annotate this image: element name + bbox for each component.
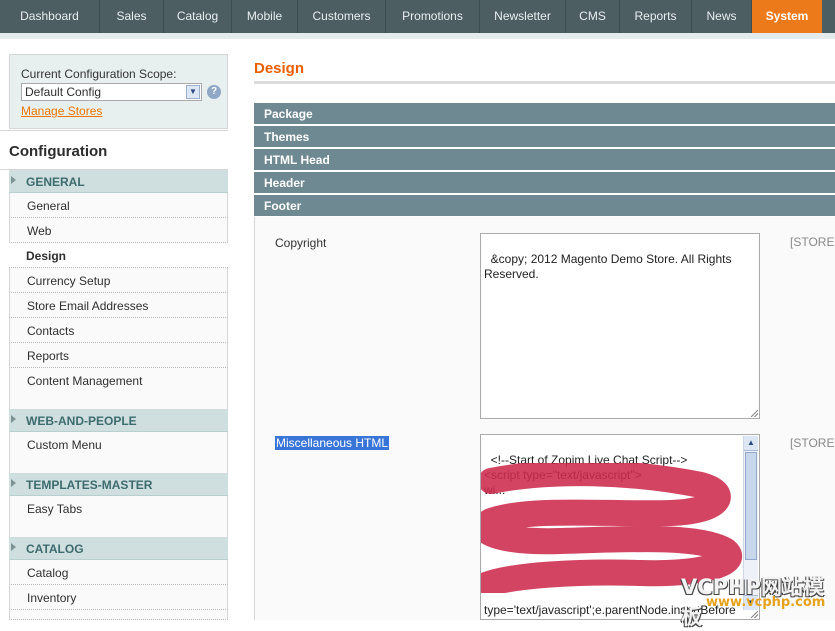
sidebar-item-label: Inventory [27, 591, 77, 605]
triangle-right-icon [11, 479, 16, 487]
section-header[interactable]: Header [254, 172, 835, 194]
sidebar-spacer [9, 521, 228, 537]
sidebar-spacer [9, 393, 228, 409]
sidebar-item-label: General [27, 199, 70, 213]
sidebar-item-currency-setup[interactable]: Currency Setup [9, 268, 228, 293]
nav-cms[interactable]: CMS [566, 0, 620, 33]
section-label: Footer [264, 199, 302, 213]
section-label: HTML Head [264, 153, 330, 167]
sidebar-group-title: WEB-AND-PEOPLE [26, 414, 137, 428]
sidebar-item-label: Custom Menu [27, 438, 102, 452]
sidebar-item-label: Catalog [27, 566, 69, 580]
sidebar-group-title: TEMPLATES-MASTER [26, 478, 153, 492]
nav-dashboard[interactable]: Dashboard [0, 0, 100, 33]
section-label: Package [264, 107, 313, 121]
sidebar-group-general[interactable]: GENERAL [9, 170, 228, 193]
section-themes[interactable]: Themes [254, 126, 835, 148]
sidebar-item-label: Currency Setup [27, 274, 111, 288]
section-package[interactable]: Package [254, 103, 835, 125]
page-title: Design [254, 60, 305, 77]
sidebar-item-inventory[interactable]: Inventory [9, 585, 228, 610]
copyright-label: Copyright [275, 236, 327, 250]
watermark-url: www.vcphp.com [706, 595, 826, 610]
section-label: Themes [264, 130, 310, 144]
scroll-up-icon[interactable]: ▲ [744, 436, 758, 451]
sidebar-item-label: Content Management [27, 374, 143, 388]
nav-mobile[interactable]: Mobile [232, 0, 298, 33]
section-html-head[interactable]: HTML Head [254, 149, 835, 171]
section-footer[interactable]: Footer [254, 195, 835, 217]
resize-handle-icon[interactable] [751, 410, 758, 417]
title-divider [254, 81, 835, 84]
misc-html-label: Miscellaneous HTML [275, 436, 390, 450]
sidebar-item-partial[interactable] [9, 610, 228, 620]
sidebar-group-web-and-people[interactable]: WEB-AND-PEOPLE [9, 409, 228, 432]
nav-submenu-bar [0, 33, 835, 39]
sidebar-item-label: Web [27, 224, 52, 238]
triangle-right-icon [11, 543, 16, 551]
sidebar-item-general[interactable]: General [9, 193, 228, 218]
sidebar-item-design[interactable]: Design [9, 243, 228, 268]
sidebar-item-reports[interactable]: Reports [9, 343, 228, 368]
sidebar-group-title: GENERAL [26, 175, 85, 189]
triangle-right-icon [11, 415, 16, 423]
sidebar-group-title: CATALOG [26, 542, 84, 556]
scope-select-value: Default Config [25, 85, 102, 99]
nav-catalog[interactable]: Catalog [164, 0, 232, 33]
scope-select[interactable]: Default Config ▼ [21, 83, 202, 101]
sidebar-item-catalog[interactable]: Catalog [9, 560, 228, 585]
sidebar-item-easy-tabs[interactable]: Easy Tabs [9, 496, 228, 521]
section-label: Header [264, 176, 305, 190]
nav-customers[interactable]: Customers [298, 0, 386, 33]
scope-label: Current Configuration Scope: [21, 67, 177, 81]
sidebar-item-custom-menu[interactable]: Custom Menu [9, 432, 228, 457]
sidebar-spacer [9, 457, 228, 473]
help-icon[interactable]: ? [207, 85, 221, 99]
misc-html-scope: [STORE [790, 436, 835, 450]
sidebar-item-label: Store Email Addresses [27, 299, 149, 313]
sidebar-item-label: Contacts [27, 324, 75, 338]
copyright-scope: [STORE [790, 235, 835, 249]
sidebar-item-label: Design [26, 249, 67, 263]
scroll-thumb[interactable] [745, 452, 757, 560]
nav-newsletter[interactable]: Newsletter [480, 0, 566, 33]
sidebar-item-content-management[interactable]: Content Management [9, 368, 228, 393]
copyright-textarea[interactable]: &copy; 2012 Magento Demo Store. All Righ… [480, 233, 760, 419]
sidebar-group-templates-master[interactable]: TEMPLATES-MASTER [9, 473, 228, 496]
config-scope-box: Current Configuration Scope: Default Con… [9, 54, 228, 129]
nav-promotions[interactable]: Promotions [386, 0, 480, 33]
copyright-text: &copy; 2012 Magento Demo Store. All Righ… [484, 252, 735, 281]
nav-news[interactable]: News [692, 0, 752, 33]
configuration-heading: Configuration [0, 130, 228, 170]
sidebar-item-label: Easy Tabs [27, 502, 83, 516]
nav-reports[interactable]: Reports [620, 0, 692, 33]
configuration-title: Configuration [9, 143, 108, 160]
sidebar-item-store-email-addresses[interactable]: Store Email Addresses [9, 293, 228, 318]
sidebar-item-web[interactable]: Web [9, 218, 228, 243]
manage-stores-link[interactable]: Manage Stores [21, 104, 102, 118]
nav-sales[interactable]: Sales [100, 0, 164, 33]
top-nav: Dashboard Sales Catalog Mobile Customers… [0, 0, 835, 34]
sidebar-item-label: Reports [27, 349, 70, 363]
chevron-down-icon[interactable]: ▼ [186, 85, 200, 99]
triangle-right-icon [11, 176, 16, 184]
nav-system[interactable]: System [752, 0, 822, 33]
sidebar-group-catalog[interactable]: CATALOG [9, 537, 228, 560]
sidebar-item-contacts[interactable]: Contacts [9, 318, 228, 343]
